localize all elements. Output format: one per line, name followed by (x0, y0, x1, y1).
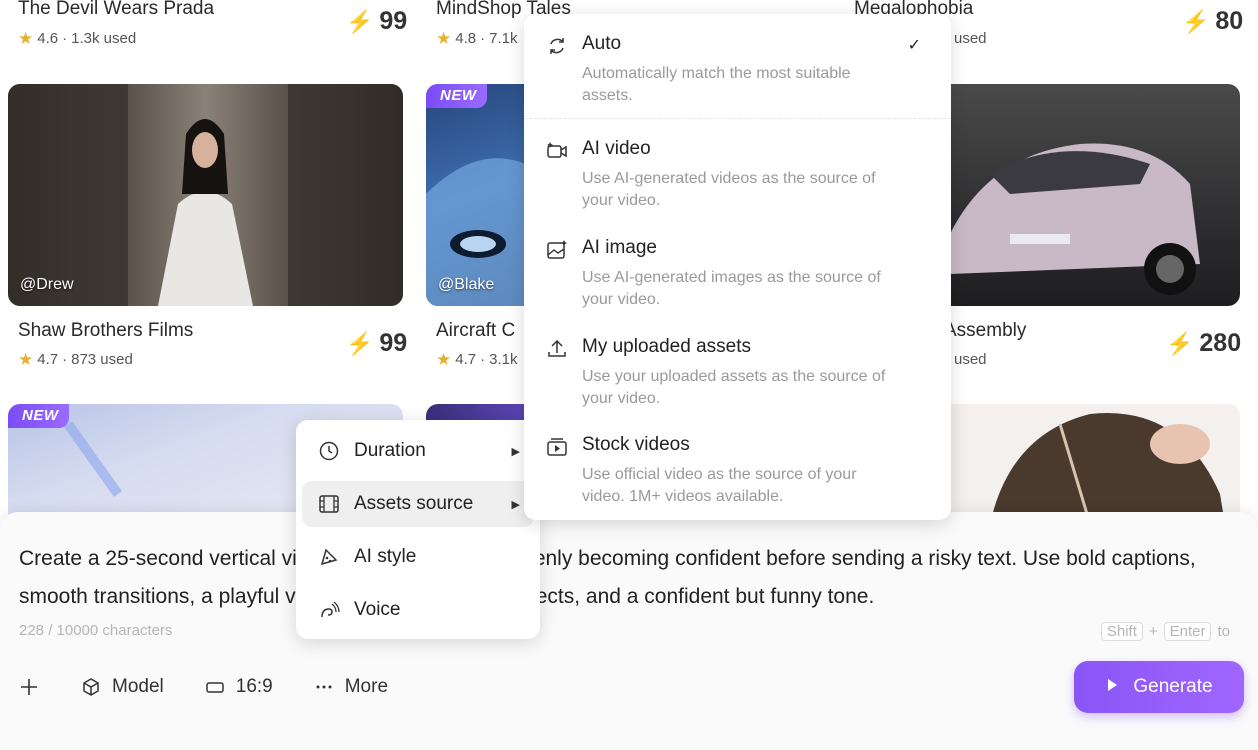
cube-icon (80, 676, 102, 698)
card-title[interactable]: Shaw Brothers Films (18, 320, 193, 342)
enter-key: Enter (1163, 622, 1212, 641)
author-handle: @Blake (438, 276, 495, 293)
new-badge: NEW (8, 404, 69, 428)
chevron-right-icon: ▶ (511, 498, 520, 511)
new-badge: NEW (426, 84, 487, 108)
thumbnail-art (990, 413, 1225, 524)
keyboard-shortcut-hint: Shift + Enter to (1100, 622, 1230, 641)
template-thumbnail[interactable]: NEW @Blake (426, 84, 526, 306)
card-title[interactable]: Aircraft C (436, 320, 515, 342)
palette-icon (318, 546, 340, 568)
lightning-icon: ⚡ (1182, 8, 1210, 34)
star-icon: ★ (436, 29, 452, 48)
refresh-icon (546, 35, 568, 57)
chevron-right-icon: ▶ (511, 445, 520, 458)
character-count: 228 / 10000 characters (19, 622, 173, 639)
menu-item-ai-style[interactable]: AI style (302, 534, 534, 580)
generate-button[interactable]: Generate (1074, 661, 1244, 713)
card-title[interactable]: The Devil Wears Prada (18, 0, 214, 20)
aspect-ratio-icon (204, 676, 226, 698)
star-icon: ★ (436, 350, 452, 369)
assets-option-uploaded[interactable]: My uploaded assets Use your uploaded ass… (524, 336, 951, 407)
model-button[interactable]: Model (80, 676, 164, 698)
card-title[interactable]: Assembly (944, 320, 1026, 342)
ai-video-icon (546, 140, 568, 162)
author-handle: @Drew (20, 276, 74, 293)
star-icon: ★ (18, 350, 34, 369)
card-meta: used (954, 30, 987, 47)
more-menu: Duration ▶ Assets source ▶ AI style Voic… (296, 420, 540, 639)
aspect-ratio-button[interactable]: 16:9 (204, 676, 273, 698)
menu-item-duration[interactable]: Duration ▶ (302, 428, 534, 474)
voice-icon (318, 599, 340, 621)
credit-cost: ⚡ 99 (346, 7, 408, 35)
stock-video-icon (546, 436, 568, 458)
ai-image-icon (546, 239, 568, 261)
template-thumbnail[interactable]: @Drew (8, 84, 403, 306)
shift-key: Shift (1100, 622, 1143, 641)
thumbnail-art (426, 158, 526, 306)
star-icon: ★ (18, 29, 34, 48)
assets-source-menu: Auto ✓ Automatically match the most suit… (524, 14, 951, 520)
template-thumbnail[interactable] (950, 404, 1240, 524)
add-button[interactable] (18, 676, 40, 698)
plus-icon (18, 676, 40, 698)
card-meta: used (954, 351, 987, 368)
thumbnail-art (8, 84, 403, 306)
thumbnail-art (950, 143, 1200, 295)
clock-icon (318, 440, 340, 462)
prompt-input[interactable]: Create a 25-second vertical video about … (19, 540, 1234, 616)
assets-option-ai-video[interactable]: AI video Use AI-generated videos as the … (524, 138, 951, 209)
credit-cost: ⚡ 280 (1166, 329, 1242, 357)
menu-divider (524, 118, 951, 119)
card-meta: ★ 4.7 · 873 used (18, 350, 133, 369)
composer-toolbar: Model 16:9 More (18, 672, 428, 702)
credit-cost: ⚡ 99 (346, 329, 408, 357)
card-meta: ★ 4.6 · 1.3k used (18, 29, 137, 48)
assets-option-auto[interactable]: Auto ✓ Automatically match the most suit… (524, 33, 951, 104)
upload-icon (546, 338, 568, 360)
film-icon (318, 493, 340, 515)
lightning-icon: ⚡ (346, 330, 374, 356)
assets-option-ai-image[interactable]: AI image Use AI-generated images as the … (524, 237, 951, 308)
credit-cost: ⚡ 80 (1182, 7, 1244, 35)
card-meta: ★ 4.7 · 3.1k (436, 350, 518, 369)
ellipsis-icon (313, 676, 335, 698)
lightning-icon: ⚡ (1166, 330, 1194, 356)
menu-item-assets-source[interactable]: Assets source ▶ (302, 481, 534, 527)
template-thumbnail[interactable] (950, 84, 1240, 306)
more-button[interactable]: More (313, 676, 388, 698)
play-icon (1105, 676, 1119, 698)
assets-option-stock-videos[interactable]: Stock videos Use official video as the s… (524, 434, 951, 505)
lightning-icon: ⚡ (346, 8, 374, 34)
menu-item-voice[interactable]: Voice (302, 587, 534, 633)
card-meta: ★ 4.8 · 7.1k (436, 29, 518, 48)
prompt-composer[interactable]: Create a 25-second vertical video about … (0, 512, 1258, 750)
checkmark-icon: ✓ (907, 37, 921, 54)
